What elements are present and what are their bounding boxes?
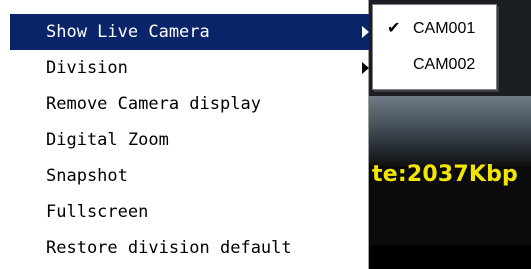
video-scene-middle <box>360 96 531 166</box>
menu-item-label: Division <box>46 58 128 78</box>
menu-item-division[interactable]: Division <box>10 50 369 86</box>
bitrate-overlay-text: te:2037Kbp <box>372 162 519 187</box>
menu-item-remove-camera-display[interactable]: Remove Camera display <box>10 86 369 122</box>
submenu-item-label: CAM002 <box>413 56 476 73</box>
menu-item-label: Show Live Camera <box>46 22 210 42</box>
menu-item-snapshot[interactable]: Snapshot <box>10 158 369 194</box>
menu-item-label: Fullscreen <box>46 202 149 222</box>
menu-item-label: Snapshot <box>46 166 128 186</box>
context-menu: Show Live Camera Division Remove Camera … <box>0 0 369 269</box>
submenu-item-label: CAM001 <box>413 20 476 37</box>
menu-item-fullscreen[interactable]: Fullscreen <box>10 194 369 230</box>
submenu-arrow-icon <box>362 26 369 38</box>
menu-item-digital-zoom[interactable]: Digital Zoom <box>10 122 369 158</box>
menu-item-label: Remove Camera display <box>46 94 261 114</box>
menu-item-label: Digital Zoom <box>46 130 169 150</box>
menu-item-show-live-camera[interactable]: Show Live Camera <box>10 14 369 50</box>
camera-submenu: ✔ CAM001 CAM002 <box>372 4 497 90</box>
submenu-item-cam002[interactable]: CAM002 <box>373 47 496 83</box>
submenu-arrow-icon <box>362 62 369 74</box>
checkmark-icon: ✔ <box>387 18 401 37</box>
submenu-item-cam001[interactable]: ✔ CAM001 <box>373 11 496 47</box>
menu-item-restore-division-default[interactable]: Restore division default <box>10 230 369 266</box>
video-scene-bottom <box>360 245 531 269</box>
menu-item-label: Restore division default <box>46 238 292 258</box>
